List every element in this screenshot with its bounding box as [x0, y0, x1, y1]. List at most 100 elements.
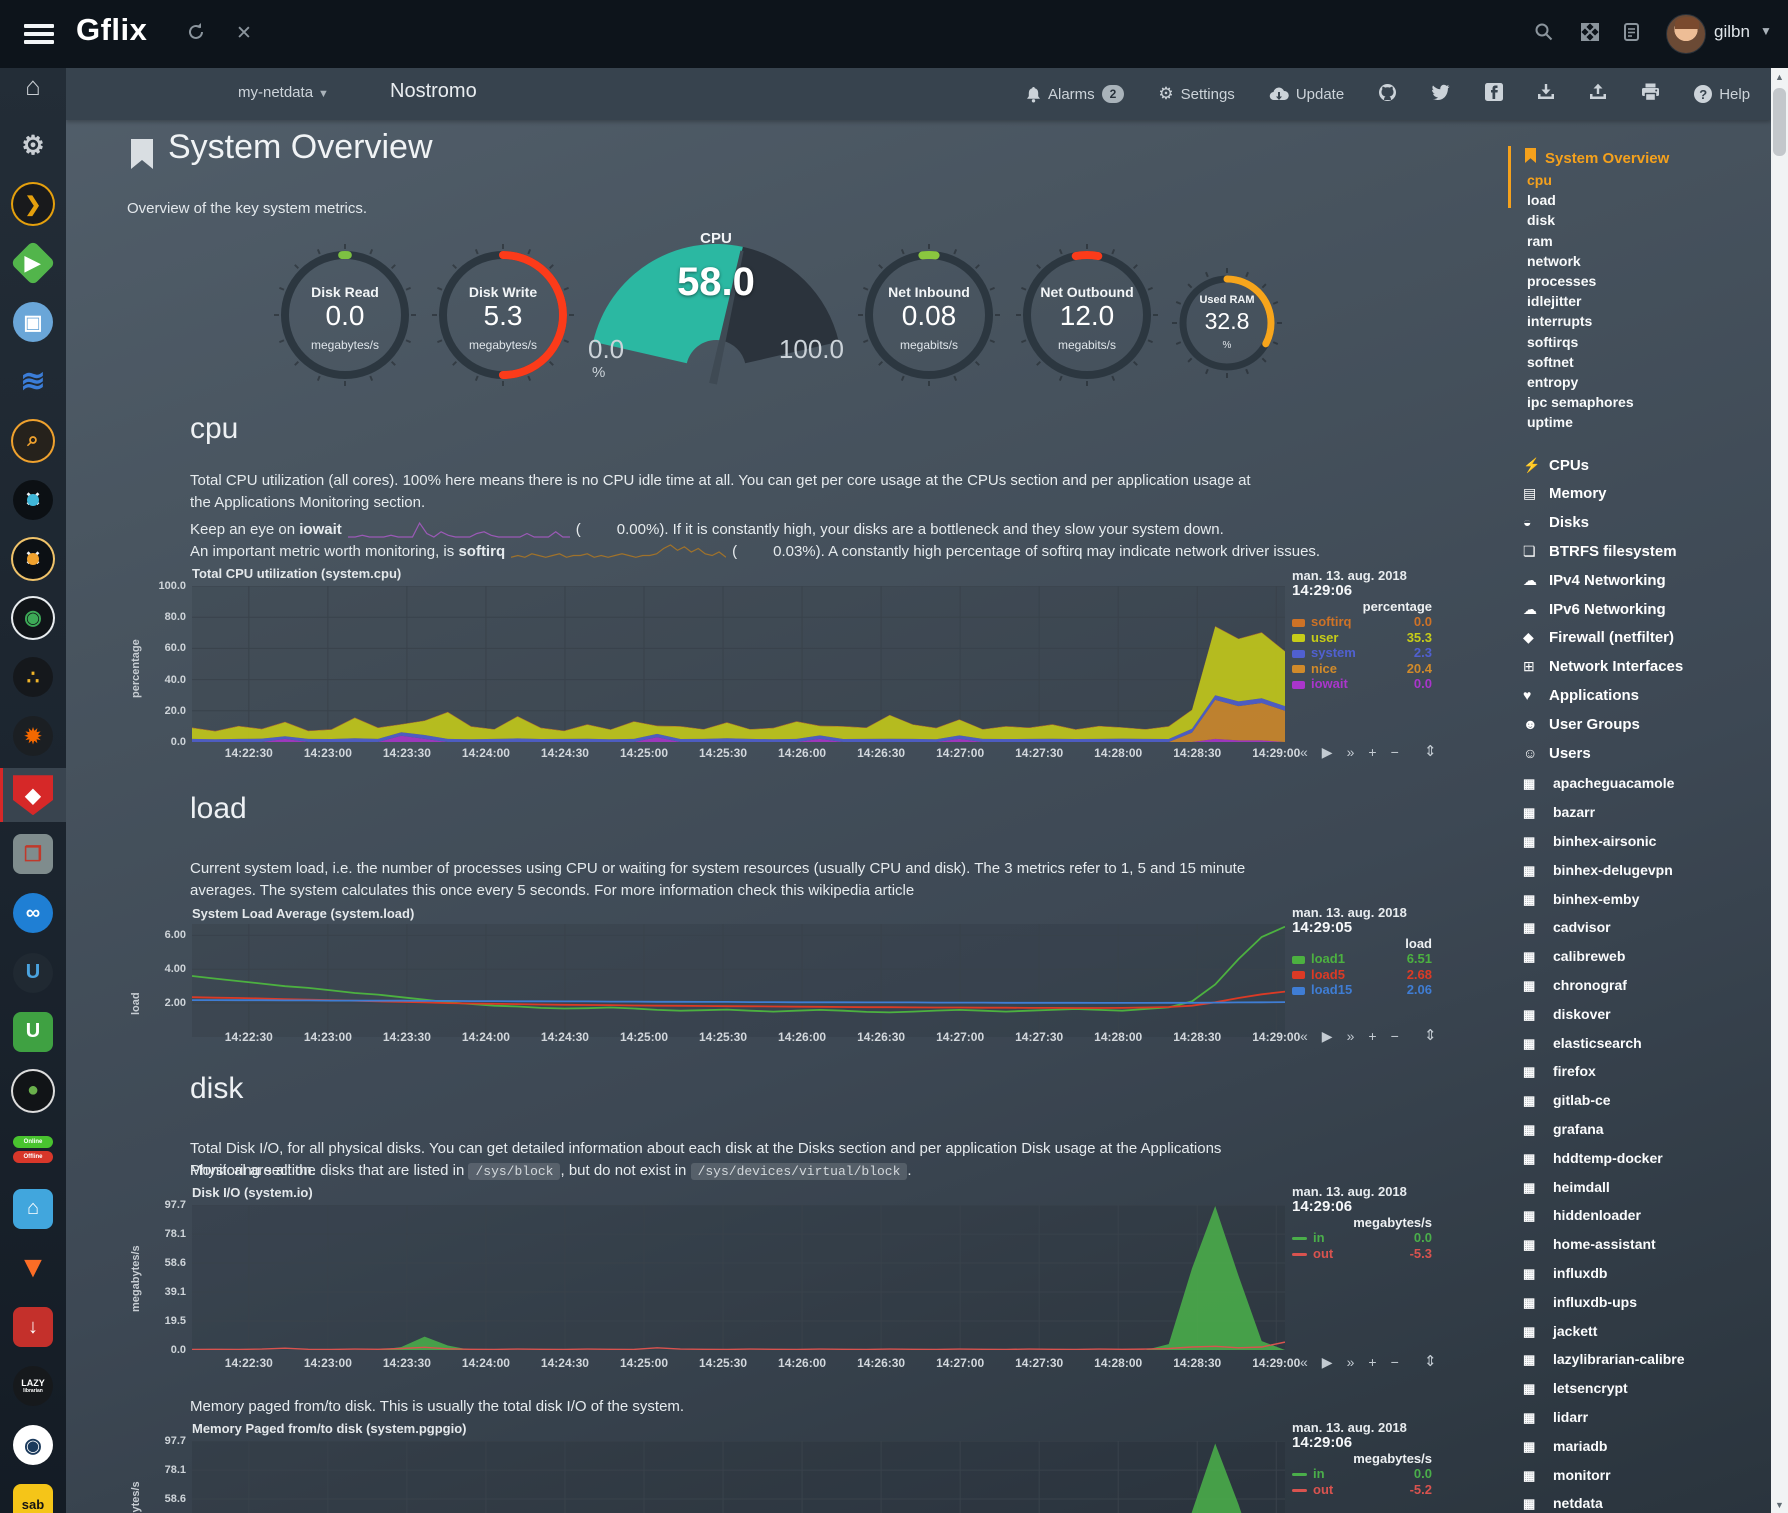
sidebar-app-app-green-disc[interactable]: ◉: [0, 591, 66, 645]
chart-plot-pgpgio[interactable]: [192, 1441, 1285, 1513]
chart-tool-zoom-in[interactable]: +: [1368, 1354, 1376, 1370]
scroll-up-icon[interactable]: ▲: [1771, 68, 1788, 85]
gauge-net-outbound[interactable]: Net Outbound12.0megabits/s: [1012, 240, 1162, 390]
toc-app-elasticsearch[interactable]: ▦elasticsearch: [1523, 1035, 1642, 1052]
legend-row-load1[interactable]: load16.51: [1292, 951, 1432, 966]
help-button[interactable]: ? Help: [1694, 85, 1750, 103]
toc-app-lidarr[interactable]: ▦lidarr: [1523, 1409, 1588, 1426]
sidebar-app-grafana[interactable]: ✹: [0, 709, 66, 763]
toc-section-applications[interactable]: ♥Applications: [1523, 687, 1639, 704]
chart-tool-zoom-out[interactable]: −: [1391, 744, 1399, 760]
toc-app-cadvisor[interactable]: ▦cadvisor: [1523, 919, 1611, 936]
legend-row-user[interactable]: user35.3: [1292, 630, 1432, 645]
toc-app-hiddenloader[interactable]: ▦hiddenloader: [1523, 1207, 1641, 1224]
chart-tool-pan-backward[interactable]: «: [1300, 1354, 1308, 1370]
toc-app-binhex-airsonic[interactable]: ▦binhex-airsonic: [1523, 833, 1656, 850]
toc-section-network-interfaces[interactable]: ⊞Network Interfaces: [1523, 658, 1683, 675]
scroll-down-icon[interactable]: ▼: [1771, 1496, 1788, 1513]
import-button[interactable]: [1589, 83, 1607, 105]
toc-item-cpu[interactable]: cpu: [1527, 172, 1552, 188]
toc-item-disk[interactable]: disk: [1527, 212, 1555, 228]
legend-row-nice[interactable]: nice20.4: [1292, 661, 1432, 676]
toc-item-ram[interactable]: ram: [1527, 233, 1553, 249]
toc-item-interrupts[interactable]: interrupts: [1527, 313, 1592, 329]
toc-section-memory[interactable]: ▤Memory: [1523, 485, 1607, 502]
legend-row-in[interactable]: in0.0: [1292, 1466, 1432, 1481]
avatar[interactable]: [1666, 14, 1706, 54]
chart-tool-play[interactable]: ▶: [1322, 744, 1333, 760]
changelog-icon[interactable]: [1622, 22, 1641, 48]
sidebar-app-monitorr[interactable]: OnlineOffline: [0, 1123, 66, 1177]
sidebar-app-jackett[interactable]: ⌕: [0, 414, 66, 468]
toc-app-calibreweb[interactable]: ▦calibreweb: [1523, 948, 1625, 965]
export-button[interactable]: [1537, 83, 1555, 105]
chart-tool-pan-forward[interactable]: »: [1347, 744, 1355, 760]
sidebar-app-diskover[interactable]: ∴: [0, 650, 66, 704]
toc-app-jackett[interactable]: ▦jackett: [1523, 1323, 1597, 1340]
sidebar-app-plex[interactable]: ❯: [0, 177, 66, 231]
toc-app-letsencrypt[interactable]: ▦letsencrypt: [1523, 1380, 1628, 1397]
chart-toolbar-disk[interactable]: «▶»+−: [1300, 1354, 1413, 1371]
toc-item-network[interactable]: network: [1527, 253, 1581, 269]
gauge-net-inbound[interactable]: Net Inbound0.08megabits/s: [854, 240, 1004, 390]
print-button[interactable]: [1641, 83, 1660, 105]
toc-app-influxdb[interactable]: ▦influxdb: [1523, 1265, 1607, 1282]
toc-section-ipv6-networking[interactable]: ☁IPv6 Networking: [1523, 601, 1666, 618]
sidebar-app-lazylibrarian[interactable]: LAZYlibrarian: [0, 1359, 66, 1413]
gauge-disk-read[interactable]: Disk Read0.0megabytes/s: [270, 240, 420, 390]
legend-row-system[interactable]: system2.3: [1292, 645, 1432, 660]
toc-section-cpus[interactable]: ⚡CPUs: [1523, 457, 1589, 474]
sidebar-app-settings[interactable]: ⚙: [0, 118, 66, 172]
chart-resize-handle[interactable]: ⇕: [1424, 1026, 1437, 1044]
toc-app-influxdb-ups[interactable]: ▦influxdb-ups: [1523, 1294, 1637, 1311]
toc-section-user-groups[interactable]: ☻User Groups: [1523, 716, 1640, 733]
sidebar-app-nextcloud[interactable]: ∞: [0, 886, 66, 940]
sidebar-app-ubooquity[interactable]: U: [0, 946, 66, 1000]
toc-app-grafana[interactable]: ▦grafana: [1523, 1121, 1604, 1138]
toc-section-users[interactable]: ☺Users: [1523, 745, 1591, 762]
chart-plot-cpu[interactable]: [192, 586, 1285, 742]
legend-row-load15[interactable]: load152.06: [1292, 982, 1432, 997]
chart-tool-zoom-out[interactable]: −: [1391, 1354, 1399, 1370]
user-menu[interactable]: gilbn: [1714, 22, 1750, 42]
chart-tool-play[interactable]: ▶: [1322, 1354, 1333, 1370]
chart-toolbar-load[interactable]: «▶»+−: [1300, 1028, 1413, 1045]
toc-app-diskover[interactable]: ▦diskover: [1523, 1006, 1611, 1023]
chart-tool-play[interactable]: ▶: [1322, 1028, 1333, 1044]
host-selector[interactable]: my-netdata▼: [238, 84, 329, 101]
chart-toolbar-cpu[interactable]: « ▶ » +−: [1300, 744, 1413, 761]
legend-row-load5[interactable]: load52.68: [1292, 967, 1432, 982]
toc-app-monitorr[interactable]: ▦monitorr: [1523, 1467, 1611, 1484]
sidebar-app-gitlab[interactable]: ▼: [0, 1241, 66, 1295]
chart-plot-load[interactable]: [192, 924, 1285, 1037]
toc-app-lazylibrarian-calibre[interactable]: ▦lazylibrarian-calibre: [1523, 1351, 1685, 1368]
facebook-button[interactable]: [1485, 83, 1503, 105]
toc-section-firewall-netfilter-[interactable]: ◆Firewall (netfilter): [1523, 629, 1674, 646]
toc-app-hddtemp-docker[interactable]: ▦hddtemp-docker: [1523, 1150, 1663, 1167]
sidebar-app-app-green-u[interactable]: U: [0, 1005, 66, 1059]
twitter-button[interactable]: [1431, 84, 1451, 105]
sidebar-app-app-x-teal[interactable]: ✕: [0, 473, 66, 527]
legend-row-softirq[interactable]: softirq0.0: [1292, 614, 1432, 629]
legend-row-in[interactable]: in0.0: [1292, 1230, 1432, 1245]
chart-plot-disk[interactable]: [192, 1205, 1285, 1350]
toc-app-apacheguacamole[interactable]: ▦apacheguacamole: [1523, 775, 1674, 792]
toc-item-softnet[interactable]: softnet: [1527, 354, 1574, 370]
toc-item-uptime[interactable]: uptime: [1527, 414, 1573, 430]
refresh-icon[interactable]: [186, 22, 206, 48]
chart-tool-pan-backward[interactable]: «: [1300, 1028, 1308, 1044]
github-button[interactable]: [1378, 83, 1397, 106]
sidebar-app-app-dark-green-oval[interactable]: ●: [0, 1064, 66, 1118]
sidebar-app-app-drop[interactable]: ◉: [0, 1418, 66, 1472]
chart-tool-zoom-in[interactable]: +: [1368, 744, 1376, 760]
scrollbar[interactable]: ▲ ▼: [1771, 68, 1788, 1513]
legend-row-out[interactable]: out-5.3: [1292, 1246, 1432, 1261]
toc-item-processes[interactable]: processes: [1527, 273, 1596, 289]
toc-app-chronograf[interactable]: ▦chronograf: [1523, 977, 1627, 994]
update-button[interactable]: Update: [1269, 86, 1344, 103]
toc-item-ipc-semaphores[interactable]: ipc semaphores: [1527, 394, 1634, 410]
alarms-button[interactable]: Alarms 2: [1026, 85, 1124, 103]
chart-tool-pan-backward[interactable]: «: [1300, 744, 1308, 760]
sidebar-app-media-app[interactable]: ▣: [0, 295, 66, 349]
toc-item-load[interactable]: load: [1527, 192, 1556, 208]
